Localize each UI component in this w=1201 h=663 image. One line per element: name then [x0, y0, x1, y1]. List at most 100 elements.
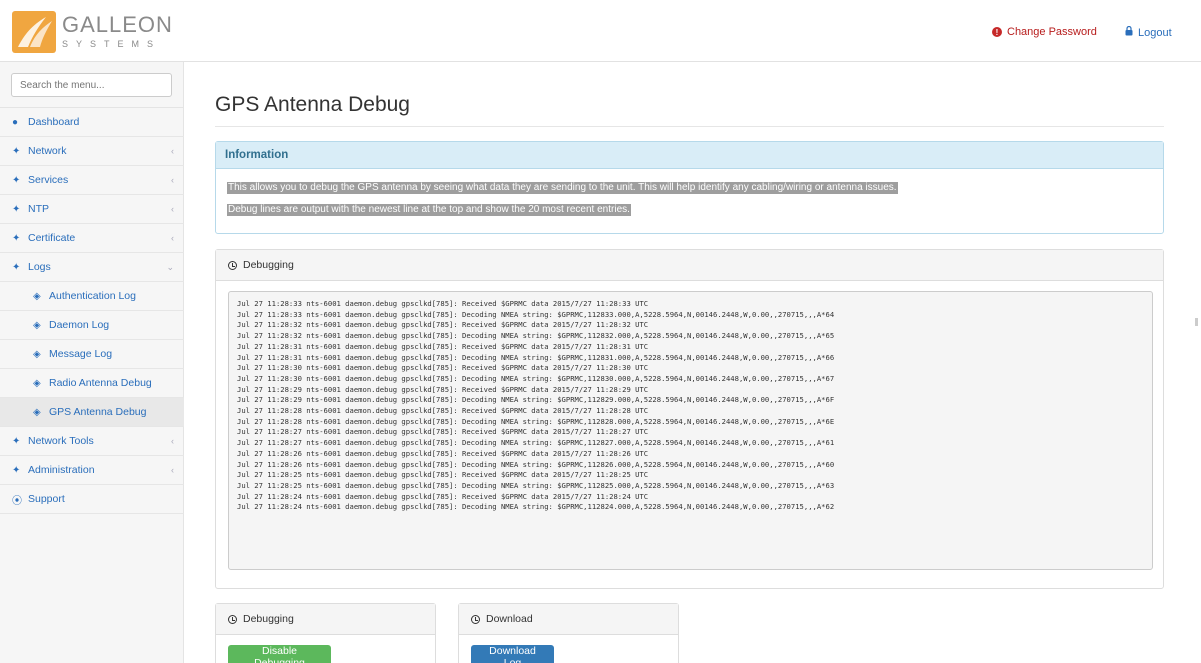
- top-header: GALLEON SYSTEMS ! Change Password Logout: [0, 0, 1201, 62]
- log-line: Jul 27 11:28:25 nts-6001 daemon.debug gp…: [237, 470, 649, 480]
- information-panel: Information This allows you to debug the…: [215, 141, 1164, 234]
- log-line: Jul 27 11:28:33 nts-6001 daemon.debug gp…: [237, 309, 835, 319]
- chevron-left-icon: ‹: [171, 146, 174, 156]
- sidebar-item-support[interactable]: ⦿ Support: [0, 485, 184, 514]
- download-log-button[interactable]: Download Log: [471, 645, 554, 663]
- wrench-icon: ✦: [12, 174, 21, 186]
- wrench-icon: ✦: [12, 435, 21, 447]
- sidebar-item-administration[interactable]: ✦ Administration ‹: [0, 456, 184, 485]
- download-panel: Download Download Log: [458, 603, 679, 663]
- clock-icon: [228, 614, 237, 624]
- galleon-logo-mark-icon: [12, 11, 56, 53]
- clock-icon: [471, 614, 480, 624]
- lifebuoy-icon: ⦿: [12, 495, 22, 507]
- logo-name: GALLEON: [62, 12, 173, 37]
- chevron-left-icon: ‹: [171, 204, 174, 214]
- wrench-icon: ✦: [12, 232, 21, 244]
- log-line: Jul 27 11:28:27 nts-6001 daemon.debug gp…: [237, 438, 835, 448]
- panel-heading: Download: [459, 604, 678, 635]
- alert-icon: !: [992, 27, 1002, 37]
- sidebar-item-label: Authentication Log: [49, 290, 136, 302]
- sidebar-item-logs[interactable]: ✦ Logs ⌄: [0, 253, 184, 282]
- sidebar-item-label: Radio Antenna Debug: [49, 377, 152, 389]
- chevron-left-icon: ‹: [171, 175, 174, 185]
- information-line: Debug lines are output with the newest l…: [227, 204, 631, 216]
- cube-icon: ◈: [33, 348, 41, 360]
- page-title: GPS Antenna Debug: [215, 93, 410, 116]
- wrench-icon: ✦: [12, 261, 21, 273]
- title-divider: [215, 126, 1164, 127]
- logo-subtitle: SYSTEMS: [62, 39, 162, 49]
- cube-icon: ◈: [33, 290, 41, 302]
- log-line: Jul 27 11:28:31 nts-6001 daemon.debug gp…: [237, 341, 649, 351]
- log-line: Jul 27 11:28:24 nts-6001 daemon.debug gp…: [237, 491, 649, 501]
- sidebar-item-message-log[interactable]: ◈ Message Log: [0, 340, 184, 369]
- dashboard-icon: ●: [12, 116, 19, 128]
- galleon-logo[interactable]: GALLEON SYSTEMS: [12, 10, 172, 54]
- clock-icon: [228, 260, 237, 270]
- logout-link[interactable]: Logout: [1125, 25, 1172, 39]
- log-line: Jul 27 11:28:33 nts-6001 daemon.debug gp…: [237, 299, 649, 308]
- log-line: Jul 27 11:28:28 nts-6001 daemon.debug gp…: [237, 416, 835, 426]
- log-line: Jul 27 11:28:28 nts-6001 daemon.debug gp…: [237, 406, 649, 416]
- sidebar-item-certificate[interactable]: ✦ Certificate ‹: [0, 224, 184, 253]
- log-line: Jul 27 11:28:30 nts-6001 daemon.debug gp…: [237, 363, 649, 373]
- debugging-control-panel: Debugging Disable Debugging: [215, 603, 436, 663]
- sidebar-item-label: NTP: [28, 203, 49, 215]
- log-line: Jul 27 11:28:26 nts-6001 daemon.debug gp…: [237, 459, 835, 469]
- log-line: Jul 27 11:28:32 nts-6001 daemon.debug gp…: [237, 331, 835, 341]
- sidebar-item-label: GPS Antenna Debug: [49, 406, 147, 418]
- sidebar-item-services[interactable]: ✦ Services ‹: [0, 166, 184, 195]
- lock-icon: [1125, 25, 1133, 39]
- panel-heading-label: Download: [486, 613, 533, 625]
- log-line: Jul 27 11:28:29 nts-6001 daemon.debug gp…: [237, 395, 835, 405]
- sidebar-item-ntp[interactable]: ✦ NTP ‹: [0, 195, 184, 224]
- sidebar-item-network[interactable]: ✦ Network ‹: [0, 137, 184, 166]
- cube-icon: ◈: [33, 377, 41, 389]
- sidebar: ● Dashboard ✦ Network ‹ ✦ Services ‹ ✦ N…: [0, 62, 184, 663]
- debug-log-output[interactable]: Jul 27 11:28:33 nts-6001 daemon.debug gp…: [228, 291, 1153, 570]
- sidebar-item-label: Network: [28, 145, 67, 157]
- sidebar-item-label: Network Tools: [28, 435, 94, 447]
- sidebar-item-label: Services: [28, 174, 69, 186]
- logout-label: Logout: [1138, 26, 1172, 39]
- panel-heading: Debugging: [216, 250, 1163, 281]
- sidebar-item-gps-antenna-debug[interactable]: ◈ GPS Antenna Debug: [0, 398, 184, 427]
- log-line: Jul 27 11:28:32 nts-6001 daemon.debug gp…: [237, 320, 649, 330]
- log-line: Jul 27 11:28:30 nts-6001 daemon.debug gp…: [237, 373, 835, 383]
- scrollbar[interactable]: [1195, 318, 1198, 326]
- cube-icon: ◈: [33, 319, 41, 331]
- information-line: This allows you to debug the GPS antenna…: [227, 182, 898, 194]
- log-line: Jul 27 11:28:25 nts-6001 daemon.debug gp…: [237, 480, 835, 490]
- panel-heading: Debugging: [216, 604, 435, 635]
- chevron-left-icon: ‹: [171, 233, 174, 243]
- sidebar-item-label: Support: [28, 493, 65, 505]
- sidebar-item-label: Logs: [28, 261, 51, 273]
- change-password-label: Change Password: [1007, 26, 1097, 38]
- panel-heading-label: Debugging: [243, 613, 294, 625]
- wrench-icon: ✦: [12, 203, 21, 215]
- sidebar-item-dashboard[interactable]: ● Dashboard: [0, 108, 184, 137]
- debugging-output-panel: Debugging Jul 27 11:28:33 nts-6001 daemo…: [215, 249, 1164, 589]
- change-password-link[interactable]: ! Change Password: [992, 26, 1097, 38]
- disable-debugging-button[interactable]: Disable Debugging: [228, 645, 331, 663]
- sidebar-item-label: Dashboard: [28, 116, 80, 128]
- log-line: Jul 27 11:28:31 nts-6001 daemon.debug gp…: [237, 352, 835, 362]
- wrench-icon: ✦: [12, 145, 21, 157]
- sidebar-item-radio-antenna-debug[interactable]: ◈ Radio Antenna Debug: [0, 369, 184, 398]
- log-line: Jul 27 11:28:26 nts-6001 daemon.debug gp…: [237, 448, 649, 458]
- wrench-icon: ✦: [12, 464, 21, 476]
- sidebar-item-authentication-log[interactable]: ◈ Authentication Log: [0, 282, 184, 311]
- chevron-down-icon: ⌄: [166, 261, 174, 272]
- panel-heading-label: Debugging: [243, 259, 294, 271]
- log-line: Jul 27 11:28:27 nts-6001 daemon.debug gp…: [237, 427, 649, 437]
- sidebar-item-network-tools[interactable]: ✦ Network Tools ‹: [0, 427, 184, 456]
- sidebar-item-label: Message Log: [49, 348, 113, 360]
- sidebar-item-label: Administration: [28, 464, 95, 476]
- search-menu-input[interactable]: [11, 73, 172, 97]
- sidebar-item-label: Daemon Log: [49, 319, 110, 331]
- sidebar-item-label: Certificate: [28, 232, 76, 244]
- sidebar-item-daemon-log[interactable]: ◈ Daemon Log: [0, 311, 184, 340]
- sidebar-search: [0, 62, 184, 108]
- cube-icon: ◈: [33, 406, 41, 418]
